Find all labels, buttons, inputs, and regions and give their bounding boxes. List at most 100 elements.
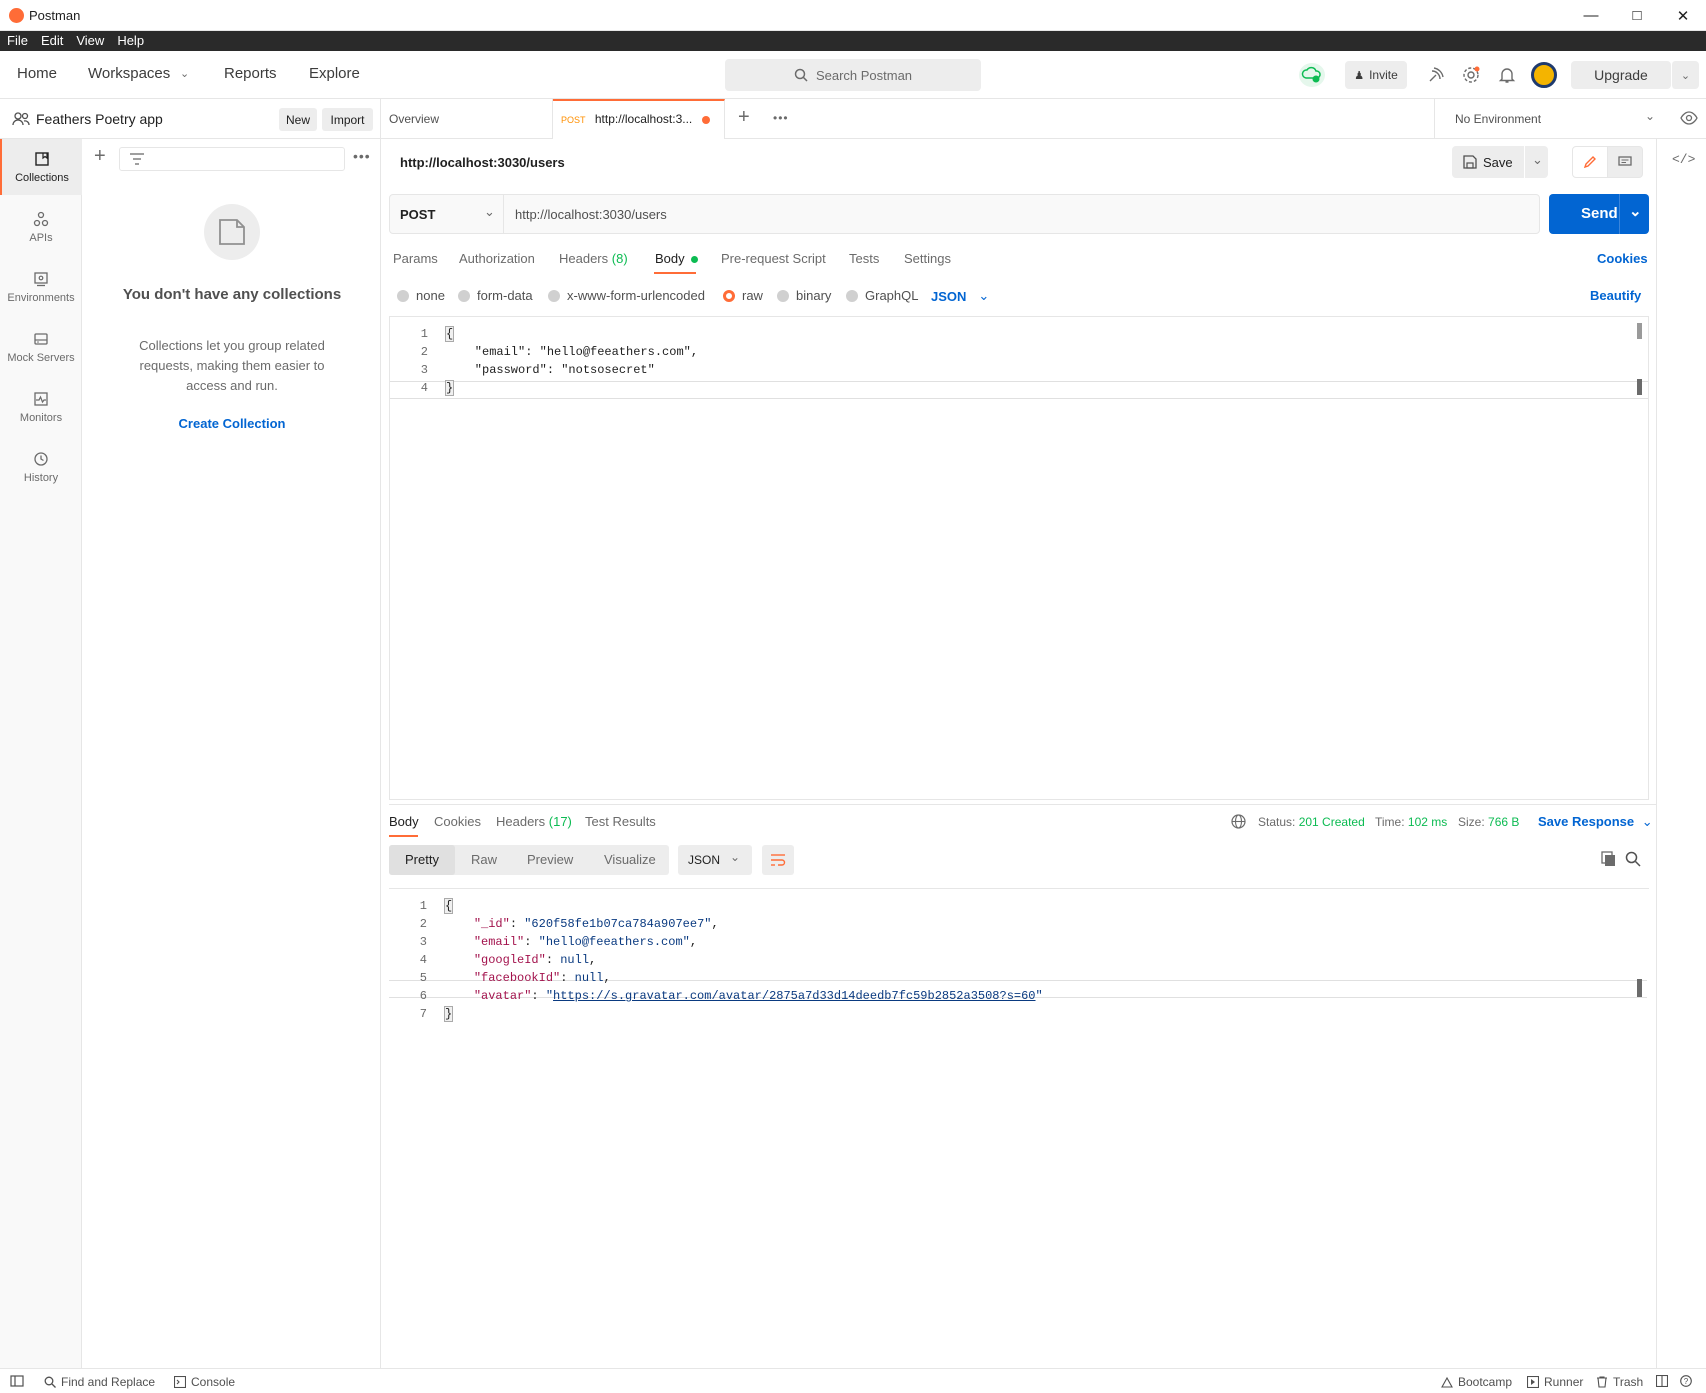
rail-apis[interactable]: APIs: [0, 199, 82, 255]
edit-pencil-icon[interactable]: [1572, 146, 1608, 178]
sync-status-icon[interactable]: [1299, 63, 1325, 87]
tab-body[interactable]: Body: [655, 251, 699, 266]
more-options-icon[interactable]: •••: [353, 148, 371, 164]
wrap-lines-icon[interactable]: [762, 845, 794, 875]
avatar[interactable]: [1531, 62, 1557, 88]
body-mode-binary[interactable]: binary: [777, 288, 831, 303]
close-icon[interactable]: ✕: [1660, 0, 1706, 31]
url-input[interactable]: http://localhost:3030/users: [515, 207, 667, 222]
request-body-editor[interactable]: 1 2 3 4 { "email": "hello@feeathers.com"…: [389, 316, 1649, 800]
rail-history[interactable]: History: [0, 439, 82, 495]
create-collection-link[interactable]: Create Collection: [122, 416, 342, 431]
nav-home[interactable]: Home: [17, 65, 57, 82]
two-pane-icon[interactable]: [1656, 1375, 1673, 1387]
tab-post-request[interactable]: POST http://localhost:3...: [553, 99, 725, 139]
trash-button[interactable]: Trash: [1596, 1375, 1643, 1389]
tab-body-label: Body: [655, 251, 685, 266]
cookies-link[interactable]: Cookies: [1597, 251, 1648, 266]
view-tab-visualize[interactable]: Visualize: [604, 852, 656, 867]
tab-authorization[interactable]: Authorization: [459, 251, 535, 266]
tab-options-icon[interactable]: •••: [773, 111, 789, 125]
copy-icon[interactable]: [1601, 851, 1617, 870]
bootcamp-button[interactable]: Bootcamp: [1441, 1375, 1512, 1389]
menu-edit[interactable]: Edit: [41, 31, 63, 51]
runner-button[interactable]: Runner: [1527, 1375, 1583, 1389]
nav-workspaces[interactable]: Workspaces: [88, 65, 170, 82]
new-tab-plus-icon[interactable]: +: [738, 106, 750, 129]
filter-input[interactable]: [119, 147, 345, 171]
bell-icon[interactable]: [1498, 66, 1516, 87]
body-mode-form-data[interactable]: form-data: [458, 288, 533, 303]
comments-icon[interactable]: [1607, 146, 1643, 178]
tab-pre-request-script[interactable]: Pre-request Script: [721, 251, 826, 266]
upgrade-menu-chevron-icon[interactable]: ⌄: [1671, 61, 1699, 89]
view-tab-pretty[interactable]: Pretty: [405, 852, 439, 867]
save-chevron-icon[interactable]: ⌄: [1532, 152, 1543, 168]
tab-tests[interactable]: Tests: [849, 251, 879, 266]
rail-environments[interactable]: Environments: [0, 259, 82, 315]
workspace-name[interactable]: Feathers Poetry app: [36, 111, 163, 127]
scrollbar-thumb[interactable]: [1637, 323, 1642, 339]
eye-icon[interactable]: [1680, 111, 1698, 128]
body-mode-urlencoded[interactable]: x-www-form-urlencoded: [548, 288, 705, 303]
environment-select[interactable]: No Environment ⌄: [1434, 99, 1674, 139]
code-icon[interactable]: </>: [1672, 152, 1695, 167]
rail-collections[interactable]: Collections: [0, 139, 82, 195]
response-tab-test-results[interactable]: Test Results: [585, 814, 656, 829]
avatar-url-link[interactable]: https://s.gravatar.com/avatar/2875a7d33d…: [553, 989, 1035, 1003]
method-select[interactable]: POST ⌄: [390, 195, 504, 233]
save-response-button[interactable]: Save Response ⌄: [1538, 814, 1653, 830]
chevron-down-icon[interactable]: ⌄: [180, 67, 189, 80]
beautify-link[interactable]: Beautify: [1590, 288, 1641, 303]
menu-help[interactable]: Help: [117, 31, 144, 51]
tab-headers[interactable]: Headers (8): [559, 251, 628, 266]
toggle-sidebar-icon[interactable]: [10, 1375, 29, 1387]
invite-button[interactable]: ♟ Invite: [1345, 61, 1407, 89]
send-chevron-icon[interactable]: ⌄: [1629, 202, 1642, 220]
tab-params[interactable]: Params: [393, 251, 438, 266]
import-button[interactable]: Import: [322, 108, 373, 131]
body-mode-none[interactable]: none: [397, 288, 445, 303]
add-icon[interactable]: +: [94, 145, 106, 168]
response-divider[interactable]: [389, 804, 1656, 805]
response-format-select[interactable]: JSON ⌄: [678, 845, 752, 875]
body-mode-graphql[interactable]: GraphQL: [846, 288, 918, 303]
workspace-header: Feathers Poetry app New Import: [0, 99, 381, 139]
search-input[interactable]: Search Postman: [725, 59, 981, 91]
response-tab-cookies[interactable]: Cookies: [434, 814, 481, 829]
json-value: null: [560, 953, 590, 967]
satellite-icon[interactable]: [1427, 66, 1445, 87]
minimize-icon[interactable]: —: [1568, 0, 1614, 31]
send-button[interactable]: Send ⌄: [1549, 194, 1649, 234]
console-button[interactable]: Console: [174, 1375, 235, 1389]
radio-icon: [777, 289, 789, 302]
response-tab-headers[interactable]: Headers (17): [496, 814, 572, 829]
body-language-select[interactable]: JSON ⌄: [931, 288, 989, 304]
maximize-icon[interactable]: □: [1614, 0, 1660, 31]
body-mode-raw[interactable]: raw: [723, 288, 763, 303]
find-replace-button[interactable]: Find and Replace: [44, 1375, 155, 1389]
view-tab-preview[interactable]: Preview: [527, 852, 573, 867]
rail-mock-servers[interactable]: Mock Servers: [0, 319, 82, 375]
nav-reports[interactable]: Reports: [224, 65, 277, 82]
tab-settings[interactable]: Settings: [904, 251, 951, 266]
search-icon[interactable]: [1625, 851, 1641, 870]
help-icon[interactable]: ?: [1680, 1375, 1697, 1387]
menu-view[interactable]: View: [76, 31, 104, 51]
save-button[interactable]: Save ⌄: [1452, 146, 1548, 178]
code-brace: {: [443, 898, 454, 914]
settings-gear-icon[interactable]: [1462, 66, 1480, 87]
nav-explore[interactable]: Explore: [309, 65, 360, 82]
response-tab-body[interactable]: Body: [389, 814, 419, 829]
tab-overview[interactable]: Overview: [381, 99, 553, 139]
tab-headers-label: Headers: [559, 251, 609, 266]
upgrade-button[interactable]: Upgrade: [1571, 61, 1671, 89]
rail-monitors[interactable]: Monitors: [0, 379, 82, 435]
menu-file[interactable]: File: [7, 31, 28, 51]
globe-icon[interactable]: [1231, 814, 1246, 832]
time-label: Time:: [1375, 815, 1405, 829]
new-button[interactable]: New: [279, 108, 317, 131]
response-body-viewer[interactable]: 1 2 3 4 5 6 7 { "_id": "620f58fe1b07ca78…: [389, 888, 1649, 1366]
rail-apis-label: APIs: [29, 231, 53, 244]
view-tab-raw[interactable]: Raw: [471, 852, 497, 867]
